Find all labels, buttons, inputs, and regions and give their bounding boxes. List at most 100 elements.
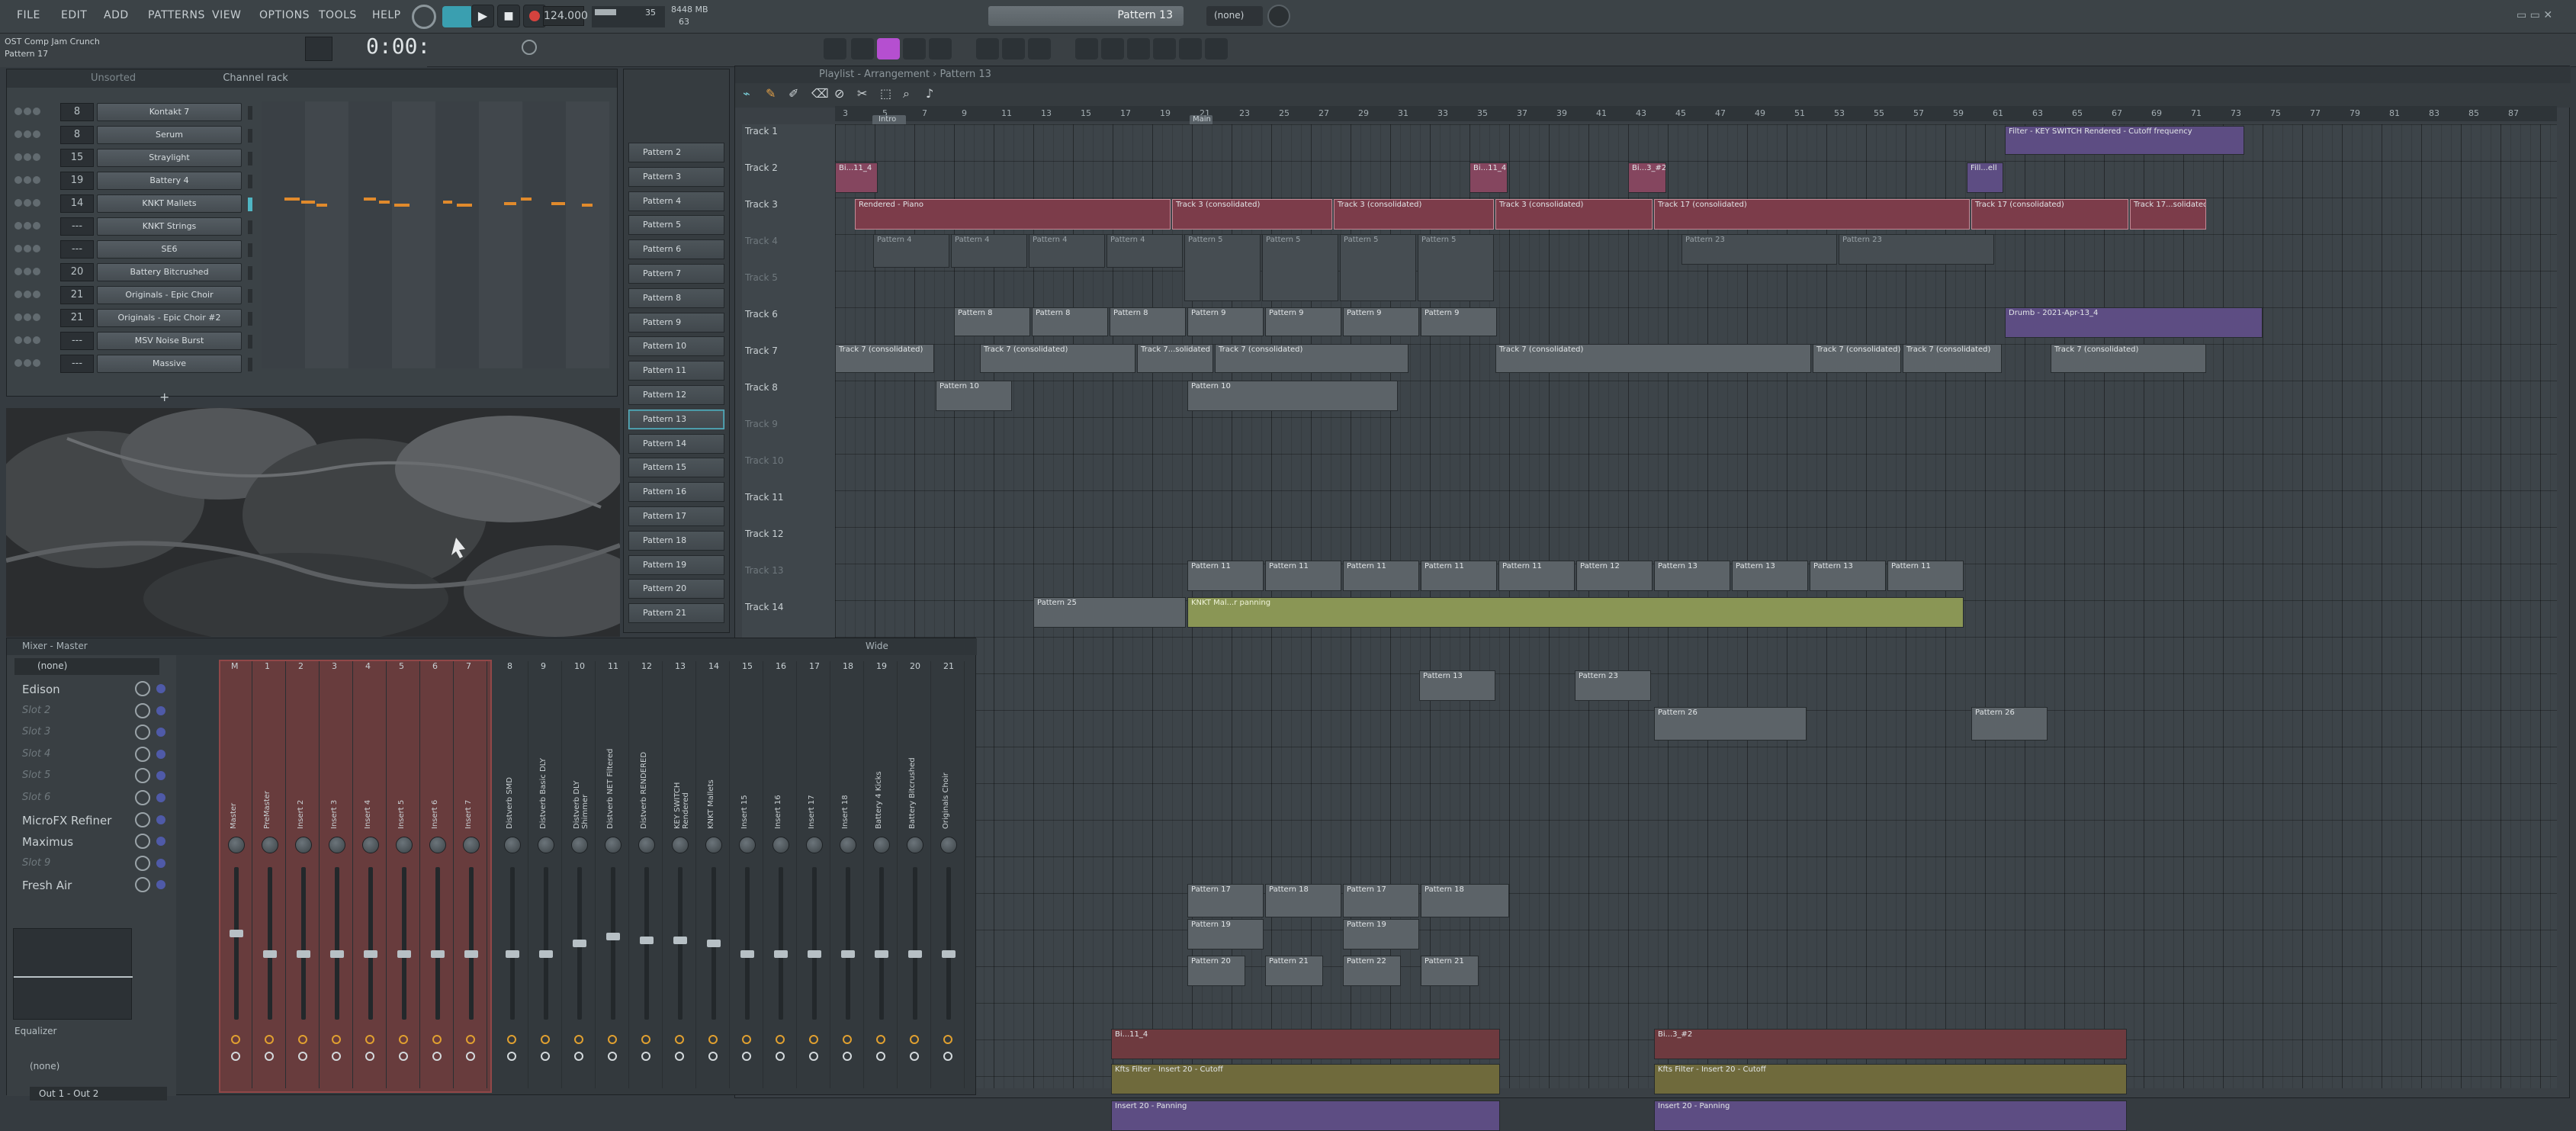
pattern-list-item[interactable]: Pattern 7 xyxy=(628,264,724,284)
volume-fader-handle[interactable] xyxy=(707,940,721,948)
clip-pattern-20[interactable]: Pattern 20 xyxy=(1187,956,1245,986)
mixer-effect-slot[interactable]: Slot 2 xyxy=(14,702,172,721)
mixer-strip[interactable]: 17 Insert 17 xyxy=(798,661,830,1088)
pattern-list-item[interactable]: Pattern 15 xyxy=(628,458,724,478)
midi-icon[interactable] xyxy=(1028,38,1051,59)
slot-enable-icon[interactable] xyxy=(156,880,165,890)
clip-pattern-25[interactable]: Pattern 25 xyxy=(1033,597,1186,628)
clip-pattern-10b[interactable]: Pattern 10 xyxy=(1187,381,1398,411)
pan-knob[interactable] xyxy=(396,837,413,853)
channel-led-icon[interactable] xyxy=(14,130,22,138)
record-arm-icon[interactable] xyxy=(466,1052,475,1061)
clip-pattern-5a[interactable]: Pattern 5 xyxy=(1184,234,1261,301)
countdown-icon[interactable] xyxy=(976,38,999,59)
clip-pattern-11a[interactable]: Pattern 11 xyxy=(1187,561,1264,591)
mixer-strip[interactable]: 10 Distverb DLY Shimmer xyxy=(564,661,596,1088)
mute-toggle-icon[interactable] xyxy=(675,1035,684,1044)
clip-pattern-19a[interactable]: Pattern 19 xyxy=(1187,919,1264,949)
clip-pattern-21b[interactable]: Pattern 21 xyxy=(1421,956,1479,986)
pattern-song-toggle[interactable] xyxy=(442,6,473,27)
pattern-list-item[interactable]: Pattern 5 xyxy=(628,215,724,236)
output-selector[interactable]: Out 1 - Out 2 xyxy=(30,1087,167,1100)
pan-knob[interactable] xyxy=(772,837,789,853)
audio-clip-track3-1[interactable]: Track 3 (consolidated) xyxy=(1172,199,1332,230)
channel-led-icon[interactable] xyxy=(33,222,40,230)
magnet-icon[interactable]: ⌁ xyxy=(743,86,750,101)
track-label[interactable]: Track 4 xyxy=(745,236,778,246)
channel-mixer-track[interactable]: 8 xyxy=(60,103,94,121)
channel-led-icon[interactable] xyxy=(33,336,40,344)
mute-toggle-icon[interactable] xyxy=(943,1035,952,1044)
clip-pattern-17a[interactable]: Pattern 17 xyxy=(1187,884,1264,917)
volume-fader-track[interactable] xyxy=(335,867,339,1020)
mute-toggle-icon[interactable] xyxy=(776,1035,785,1044)
piano-roll-window-icon[interactable] xyxy=(1101,38,1124,59)
channel-led-icon[interactable] xyxy=(33,176,40,184)
loop-record-icon[interactable] xyxy=(1002,38,1025,59)
automation-clip-cutoff-1[interactable]: Kfts Filter - Insert 20 - Cutoff xyxy=(1111,1064,1500,1094)
draw-tool-icon[interactable]: ✎ xyxy=(766,86,776,101)
clip-track7-1[interactable]: Track 7 (consolidated) xyxy=(835,344,934,373)
channel-select-indicator[interactable] xyxy=(248,312,252,326)
channel-mixer-track[interactable]: --- xyxy=(60,217,94,236)
mixer-strip[interactable]: 16 Insert 16 xyxy=(765,661,797,1088)
clip-red-row-1[interactable]: Bi...11_4 xyxy=(1111,1029,1500,1059)
mixer-slot-name[interactable]: Edison xyxy=(22,683,60,696)
pan-knob[interactable] xyxy=(463,837,480,853)
record-arm-icon[interactable] xyxy=(910,1052,919,1061)
playback-tool-icon[interactable]: ♪ xyxy=(926,86,933,101)
mute-toggle-icon[interactable] xyxy=(574,1035,583,1044)
record-arm-icon[interactable] xyxy=(298,1052,307,1061)
slot-enable-icon[interactable] xyxy=(156,815,165,824)
pan-knob[interactable] xyxy=(605,837,622,853)
volume-fader-handle[interactable] xyxy=(808,950,821,959)
volume-fader-track[interactable] xyxy=(913,867,917,1020)
mute-tool-icon[interactable]: ⊘ xyxy=(834,86,844,101)
slot-mix-knob[interactable] xyxy=(135,855,150,871)
pan-knob[interactable] xyxy=(672,837,689,853)
channel-select-indicator[interactable] xyxy=(248,289,252,303)
pan-knob[interactable] xyxy=(806,837,823,853)
pattern-list-item[interactable]: Pattern 3 xyxy=(628,166,724,187)
slot-mix-knob[interactable] xyxy=(135,702,150,718)
mixer-strip[interactable]: 4 Insert 4 xyxy=(355,661,387,1088)
equalizer-graph[interactable] xyxy=(13,928,133,1020)
mixer-strip[interactable]: 15 Insert 15 xyxy=(731,661,763,1088)
mixer-slot-name[interactable]: Slot 9 xyxy=(22,857,50,869)
record-arm-icon[interactable] xyxy=(541,1052,550,1061)
channel-select-indicator[interactable] xyxy=(248,243,252,257)
play-icon[interactable]: ▶ xyxy=(471,5,494,27)
channel-led-icon[interactable] xyxy=(14,108,22,115)
audio-clip-drumb[interactable]: Drumb - 2021-Apr-13_4 xyxy=(2005,307,2263,338)
pan-knob[interactable] xyxy=(940,837,957,853)
menu-tools[interactable]: TOOLS xyxy=(319,9,357,21)
mixer-slot-name[interactable]: Slot 6 xyxy=(22,792,50,803)
channel-name-button[interactable]: Originals - Epic Choir xyxy=(97,286,242,304)
pattern-list-item[interactable]: Pattern 21 xyxy=(628,603,724,624)
record-arm-icon[interactable] xyxy=(399,1052,408,1061)
keyboard-icon[interactable] xyxy=(305,37,332,61)
volume-fader-handle[interactable] xyxy=(431,950,445,959)
volume-fader-handle[interactable] xyxy=(297,950,310,959)
timeline-ruler[interactable]: 3 5 7 9 11 13 15 17 19 21 23 25 27 29 31 33 35 37 39 41 43 45… xyxy=(835,106,2557,121)
channel-select-indicator[interactable] xyxy=(248,106,252,120)
volume-fader-track[interactable] xyxy=(879,867,884,1020)
slot-enable-icon[interactable] xyxy=(156,728,165,737)
clip-pattern-4b[interactable]: Pattern 4 xyxy=(951,234,1027,268)
mixer-strip[interactable]: M Master xyxy=(220,661,252,1088)
clip-pattern-22[interactable]: Pattern 22 xyxy=(1343,956,1401,986)
track-label[interactable]: Track 1 xyxy=(745,126,778,137)
pattern-list-item[interactable]: Pattern 2 xyxy=(628,143,724,162)
clip-pattern-10a[interactable]: Pattern 10 xyxy=(936,381,1012,411)
record-arm-icon[interactable] xyxy=(843,1052,852,1061)
pan-knob[interactable] xyxy=(873,837,890,853)
channel-led-icon[interactable] xyxy=(24,176,31,184)
clip-bi-1[interactable]: Bi...11_4 xyxy=(835,162,878,193)
track-label[interactable]: Track 13 xyxy=(745,565,783,576)
channel-led-icon[interactable] xyxy=(24,336,31,344)
playlist-window-icon[interactable] xyxy=(1075,38,1098,59)
record-arm-icon[interactable] xyxy=(507,1052,516,1061)
clip-pattern-9d[interactable]: Pattern 9 xyxy=(1421,307,1497,336)
channel-led-icon[interactable] xyxy=(33,268,40,275)
clip-pattern-8a[interactable]: Pattern 8 xyxy=(954,307,1030,336)
